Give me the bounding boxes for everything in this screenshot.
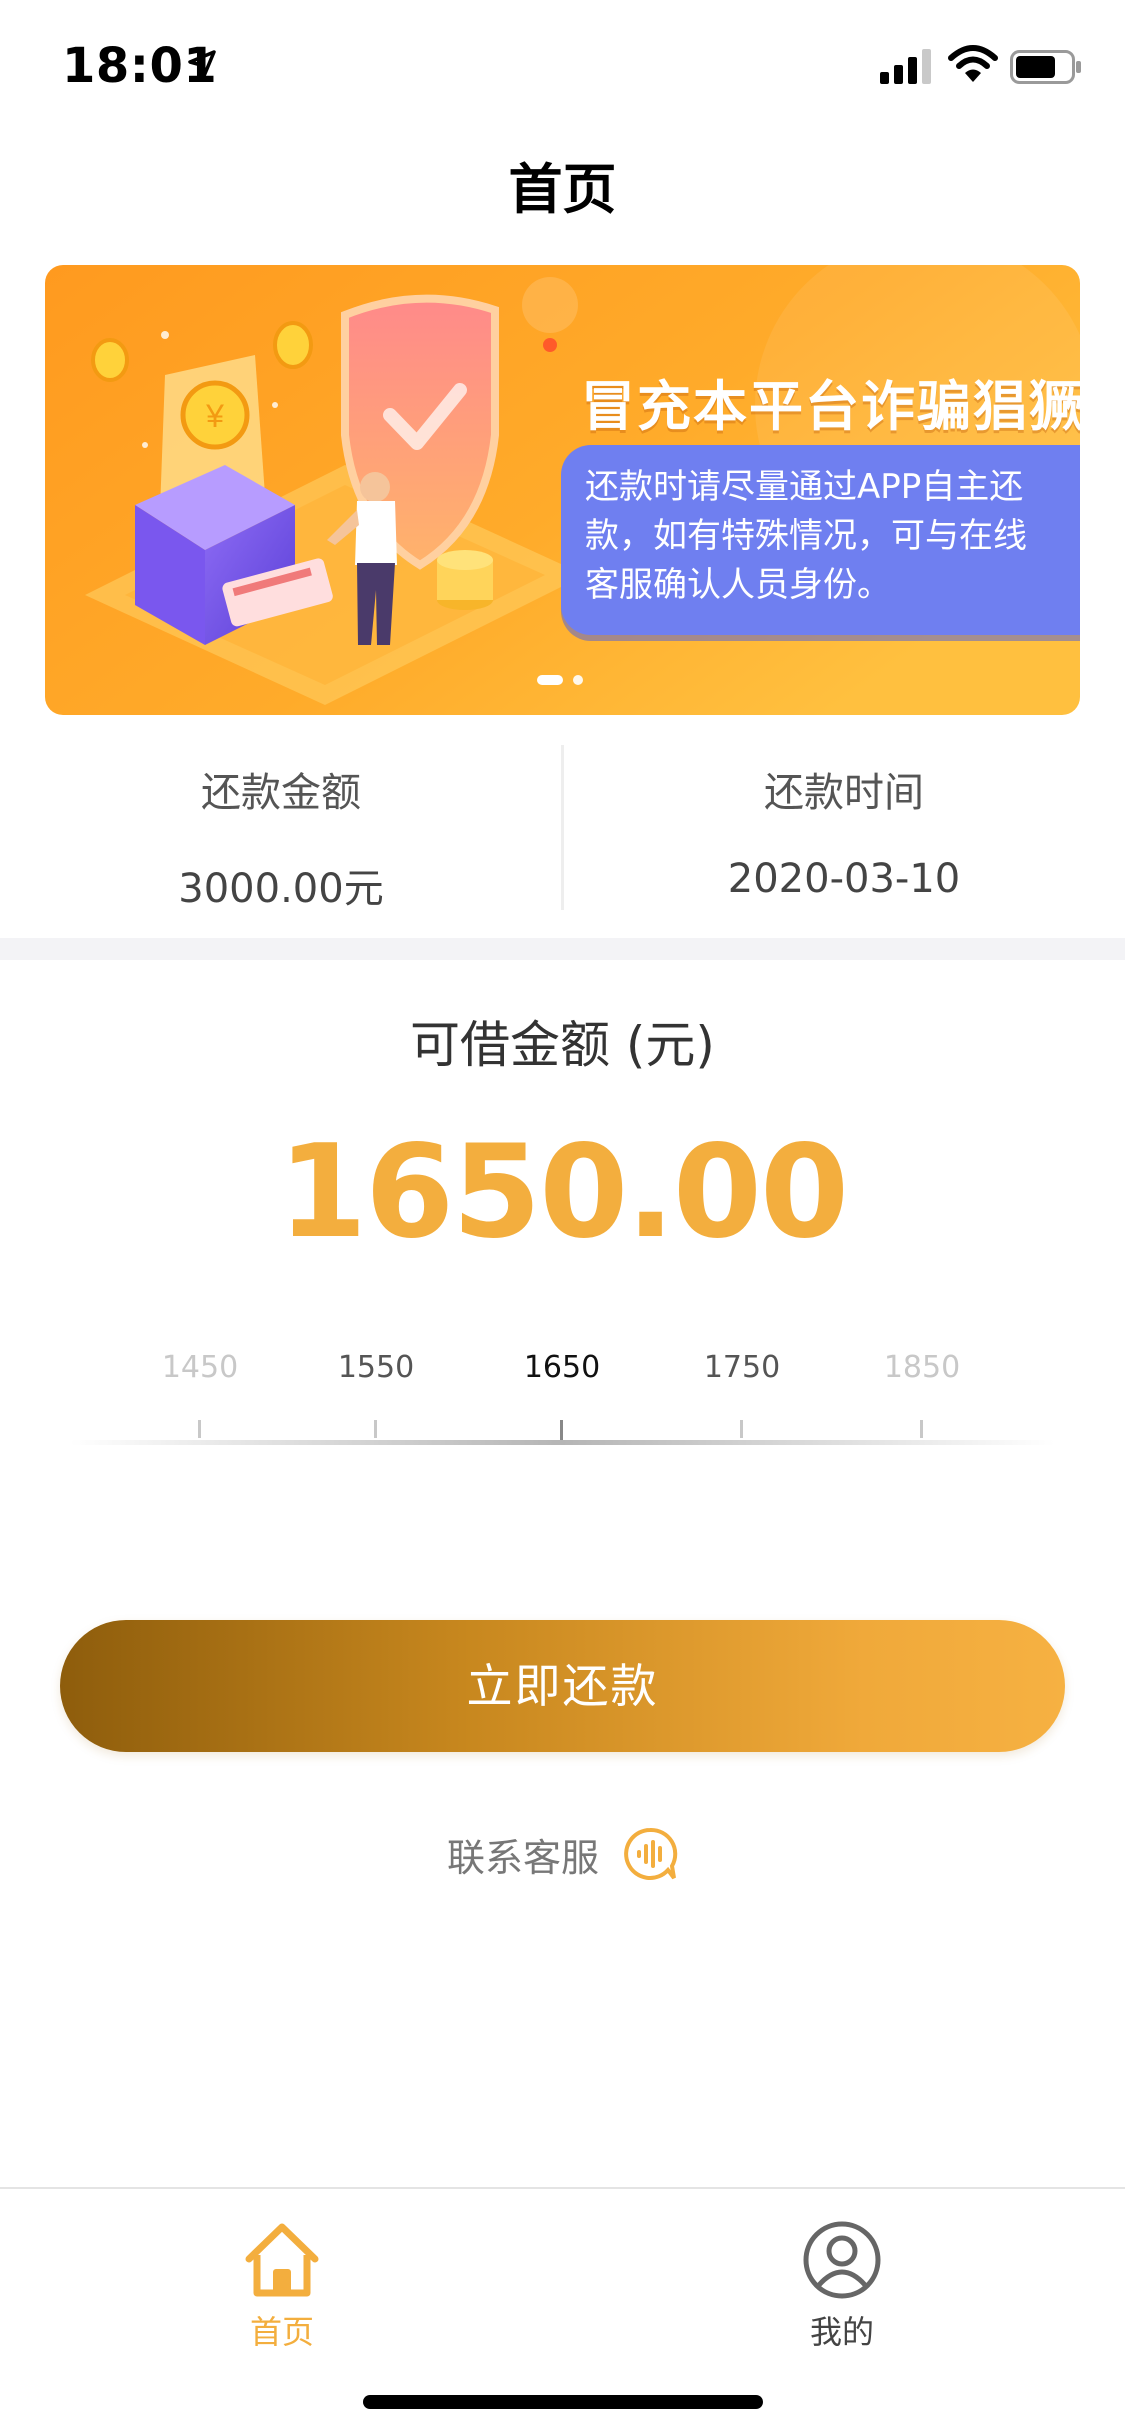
location-arrow-icon [188,50,216,78]
slider-tick-mark [920,1420,923,1438]
slider-tick-mark [374,1420,377,1438]
repayment-amount-label: 还款金额 [201,770,361,816]
slider-track[interactable] [70,1440,1055,1445]
battery-icon [1010,50,1081,84]
contact-service-label[interactable]: 联系客服 [447,1827,599,1882]
status-bar: 18:01 [0,0,1125,140]
banner-carousel[interactable]: ¥ 冒充本平台诈骗猖獗 还款时请尽量通过APP自主还 款，如有特殊情况，可与在线… [45,265,1080,715]
repayment-date-value: 2020-03-10 [727,856,961,902]
profile-icon [803,2221,881,2299]
tab-mine-label: 我的 [809,2313,874,2351]
customer-service-icon[interactable] [622,1826,678,1882]
tab-home-label: 首页 [249,2313,314,2351]
slider-tick-label[interactable]: 1850 [852,1350,992,1385]
banner-notice-card: 还款时请尽量通过APP自主还 款，如有特殊情况，可与在线 客服确认人员身份。 [561,445,1080,635]
repayment-amount-value: 3000.00元 [178,866,384,912]
slider-tick-mark [740,1420,743,1438]
slider-tick-label[interactable]: 1450 [130,1350,270,1385]
slider-tick-mark [198,1420,201,1438]
slider-tick-mark [560,1420,563,1440]
amount-slider[interactable]: 1450 1550 1650 1750 1850 [70,1340,1055,1460]
repay-now-button[interactable]: 立即还款 [60,1620,1065,1752]
wifi-icon [948,45,998,82]
page-title: 首页 [508,158,617,221]
info-divider [561,745,564,910]
repayment-date-label: 还款时间 [764,770,924,816]
repayment-date: 还款时间 2020-03-10 [563,740,1125,902]
home-screen: 18:01 首页 ¥ 冒充本平台诈骗猖獗 还款时请尽量通过APP自主还 款，如有… [0,0,1125,2436]
banner-notice-text: 还款时请尽量通过APP自主还 款，如有特殊情况，可与在线 客服确认人员身份。 [585,467,1027,605]
carousel-dot-active[interactable] [537,675,563,685]
slider-tick-label[interactable]: 1550 [306,1350,446,1385]
repayment-amount: 还款金额 3000.00元 [0,740,562,914]
section-divider [0,938,1125,960]
tab-home[interactable]: 首页 [182,2219,382,2353]
slider-tick-label-selected[interactable]: 1650 [492,1350,632,1385]
contact-service-link[interactable]: 联系客服 [0,1826,1125,1896]
borrowable-label: 可借金额 (元) [410,1016,715,1074]
home-icon [245,2223,319,2297]
home-indicator[interactable] [363,2395,763,2409]
tab-mine[interactable]: 我的 [742,2219,942,2353]
banner-headline: 冒充本平台诈骗猖獗 [581,375,1080,438]
carousel-dot[interactable] [573,675,583,685]
slider-tick-label[interactable]: 1750 [672,1350,812,1385]
borrowable-amount: 1650.00 [278,1118,849,1267]
cellular-signal-icon [880,49,931,84]
svg-text:¥: ¥ [205,398,224,434]
